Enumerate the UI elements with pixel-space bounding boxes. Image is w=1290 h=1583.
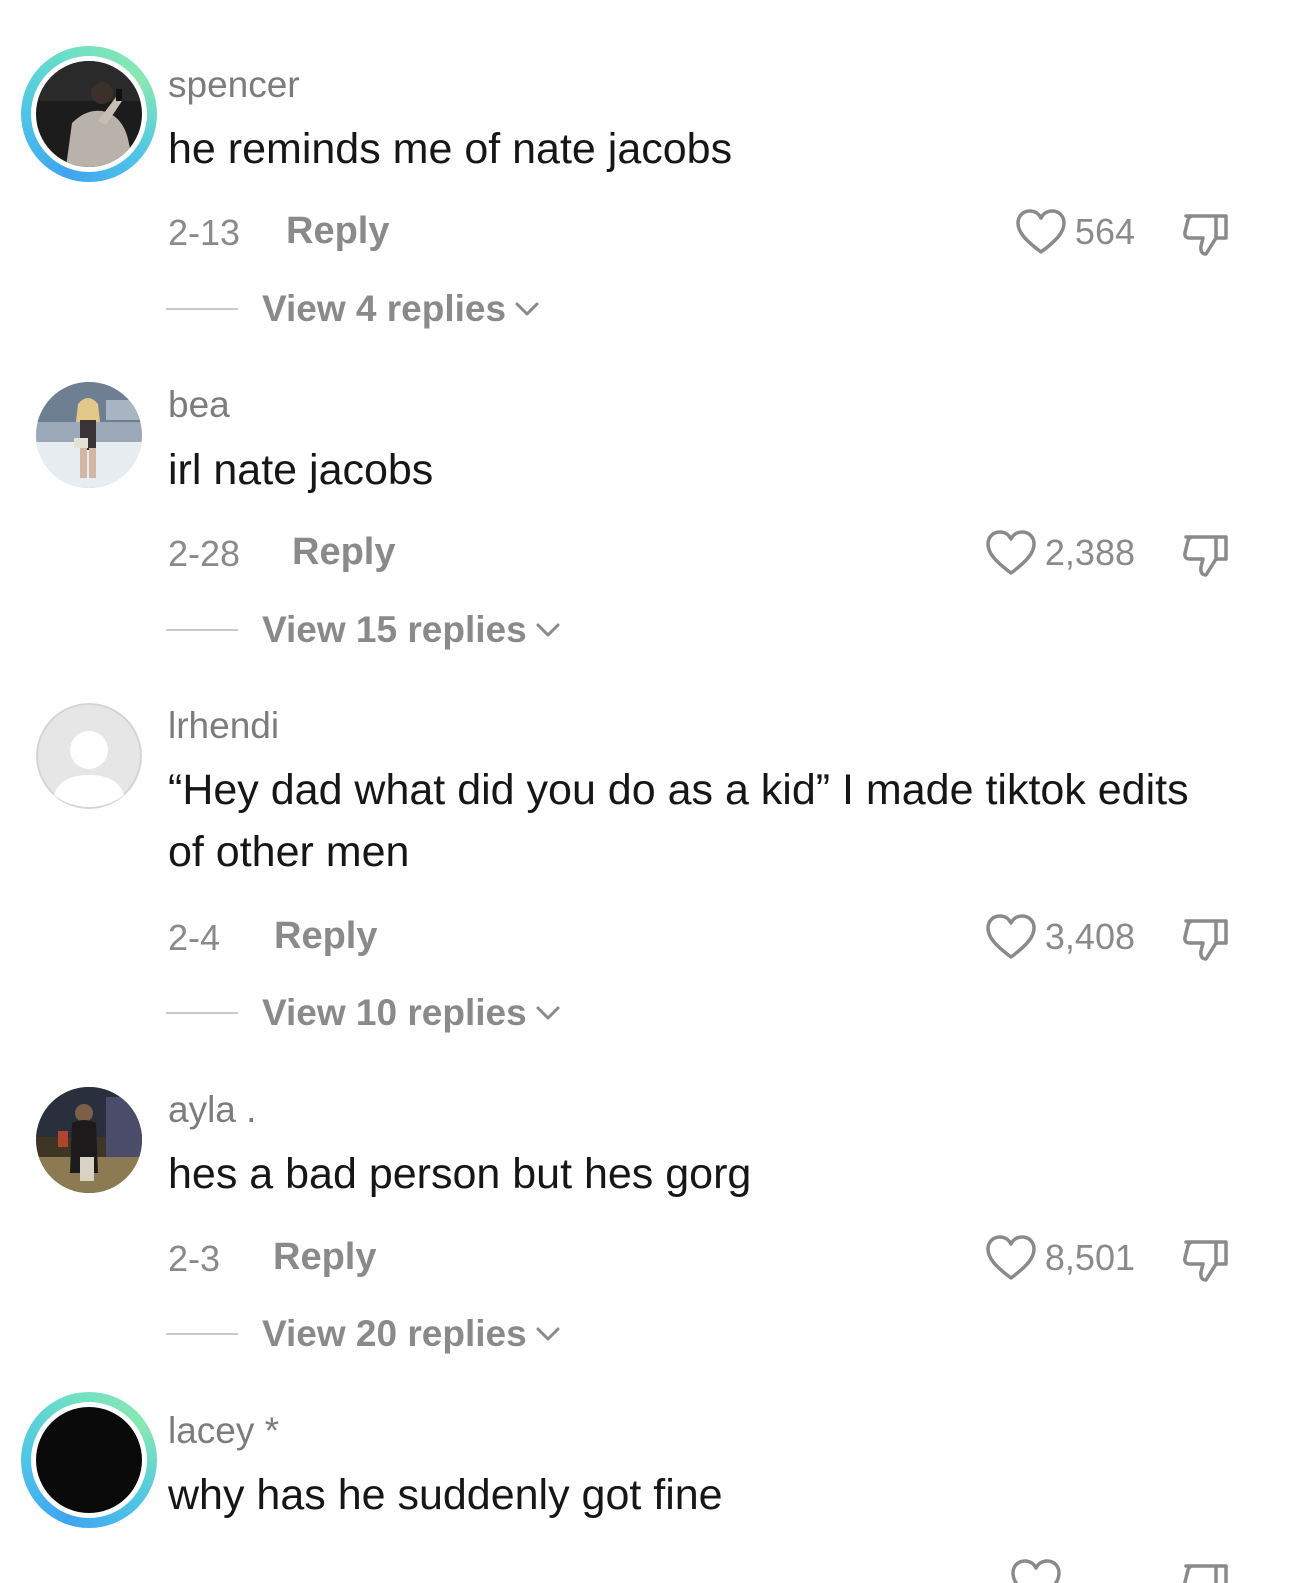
view-replies-label: View 15 replies	[262, 609, 527, 650]
like-count: 2,388	[1044, 532, 1135, 573]
comment-text: why has he suddenly got fine	[168, 1471, 723, 1519]
view-replies-label: View 20 replies	[262, 1313, 527, 1354]
chevron-down-icon	[536, 623, 560, 637]
comment-date: 2-4	[168, 917, 221, 958]
dislike-icon[interactable]	[1180, 913, 1232, 965]
chevron-down-icon	[536, 1006, 560, 1020]
comment-text: he reminds me of nate jacobs	[168, 125, 733, 173]
like-button[interactable]: 2,388	[985, 529, 1135, 577]
view-replies-button[interactable]: View 20 replies	[166, 1311, 561, 1357]
heart-icon	[986, 530, 1036, 575]
view-replies-label: View 10 replies	[262, 992, 527, 1033]
reply-button[interactable]: Reply	[286, 210, 389, 253]
username[interactable]: lrhendi	[168, 705, 279, 747]
view-replies-button[interactable]: View 4 replies	[166, 286, 540, 332]
comment-date: 2-28	[168, 533, 241, 574]
comment-date: 2-13	[168, 212, 241, 253]
comment-text: “Hey dad what did you do as a kid” I mad…	[168, 766, 1189, 876]
user-icon	[36, 703, 142, 809]
avatar-photo	[36, 61, 142, 167]
reply-button[interactable]: Reply	[273, 1236, 376, 1279]
dislike-icon[interactable]	[1180, 1234, 1232, 1286]
divider	[166, 1333, 238, 1335]
view-replies-button[interactable]: View 15 replies	[166, 607, 561, 653]
dislike-icon[interactable]	[1180, 529, 1232, 581]
dislike-icon[interactable]	[1180, 1558, 1232, 1583]
chevron-down-icon	[515, 302, 539, 316]
avatar-photo	[36, 1407, 142, 1513]
heart-icon	[986, 1235, 1036, 1280]
heart-icon[interactable]	[1010, 1558, 1062, 1583]
view-replies-label: View 4 replies	[262, 288, 507, 329]
divider	[166, 1012, 238, 1014]
avatar[interactable]	[21, 1392, 157, 1528]
like-button[interactable]: 3,408	[985, 913, 1135, 961]
like-count: 564	[1074, 211, 1135, 252]
like-count: 8,501	[1044, 1237, 1135, 1278]
comment-text: hes a bad person but hes gorg	[168, 1150, 752, 1198]
avatar-photo	[36, 382, 142, 488]
comment-date: 2-3	[168, 1238, 221, 1279]
like-button[interactable]: 564	[1015, 208, 1135, 256]
heart-icon	[1016, 209, 1066, 254]
avatar-photo	[36, 1087, 142, 1193]
divider	[166, 308, 238, 310]
username[interactable]: lacey *	[168, 1410, 279, 1452]
avatar[interactable]	[36, 382, 142, 488]
username[interactable]: bea	[168, 384, 230, 426]
avatar[interactable]	[21, 46, 157, 182]
like-count: 3,408	[1044, 916, 1135, 957]
like-button[interactable]: 8,501	[985, 1234, 1135, 1282]
reply-button[interactable]: Reply	[292, 531, 395, 574]
view-replies-button[interactable]: View 10 replies	[166, 990, 561, 1036]
heart-icon	[986, 914, 1036, 959]
chevron-down-icon	[536, 1327, 560, 1341]
comment-text: irl nate jacobs	[168, 446, 434, 494]
avatar[interactable]	[36, 1087, 142, 1193]
avatar[interactable]	[36, 703, 142, 809]
dislike-icon[interactable]	[1180, 208, 1232, 260]
reply-button[interactable]: Reply	[274, 915, 377, 958]
username[interactable]: ayla .	[168, 1089, 256, 1131]
divider	[166, 629, 238, 631]
username[interactable]: spencer	[168, 64, 300, 106]
